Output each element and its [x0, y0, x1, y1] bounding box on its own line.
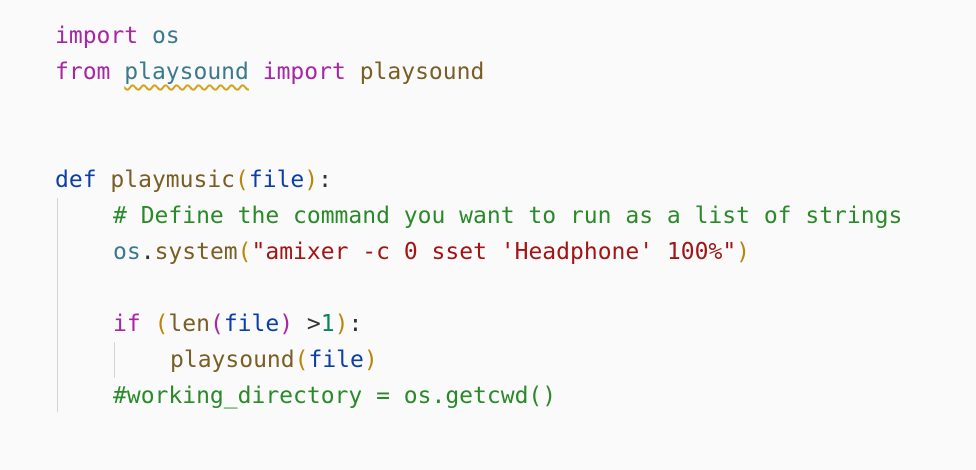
indent-guide-def — [57, 198, 58, 412]
paren-open: ( — [235, 167, 249, 193]
code-editor[interactable]: import os from playsound import playsoun… — [0, 0, 976, 470]
colon: : — [348, 311, 363, 337]
indent-guide-if — [114, 342, 115, 378]
code-line-5[interactable]: def playmusic(file): — [55, 162, 332, 198]
parameter: file — [248, 167, 305, 193]
variable: file — [223, 311, 280, 337]
function-name: playmusic — [110, 167, 236, 193]
code-line-9[interactable]: if (len(file) >1): — [113, 306, 362, 342]
paren-close: ) — [363, 347, 378, 373]
method-name: system — [154, 239, 238, 265]
imported-function-name: playsound — [359, 59, 485, 85]
operator: > — [293, 311, 321, 337]
code-line-11[interactable]: #working_directory = os.getcwd() — [113, 378, 556, 414]
module-name-warning[interactable]: playsound — [124, 59, 249, 85]
paren-open: ( — [237, 239, 252, 265]
paren-open: ( — [154, 311, 169, 337]
comment: #working_directory = os.getcwd() — [113, 383, 557, 409]
paren-close: ) — [736, 239, 751, 265]
paren-open: ( — [294, 347, 309, 373]
keyword-import: import — [55, 23, 139, 49]
code-line-7[interactable]: os.system("amixer -c 0 sset 'Headphone' … — [113, 234, 750, 270]
keyword-def: def — [55, 167, 97, 193]
keyword-from: from — [55, 59, 111, 85]
comment: # Define the command you want to run as … — [113, 203, 903, 229]
argument: file — [308, 347, 364, 373]
paren-close-inner: ) — [279, 311, 294, 337]
keyword-if: if — [113, 311, 141, 337]
keyword-import: import — [262, 59, 346, 85]
colon: : — [318, 167, 332, 193]
dot: . — [140, 239, 155, 265]
paren-open-inner: ( — [209, 311, 224, 337]
paren-close: ) — [334, 311, 349, 337]
builtin-name: len — [168, 311, 210, 337]
code-line-1[interactable]: import os — [55, 18, 180, 54]
paren-close: ) — [304, 167, 319, 193]
module-name: os — [113, 239, 141, 265]
module-name: os — [151, 23, 180, 49]
function-call-name: playsound — [170, 347, 295, 373]
number-literal: 1 — [320, 311, 335, 337]
string-literal: "amixer -c 0 sset 'Headphone' 100%" — [251, 239, 737, 265]
code-line-6[interactable]: # Define the command you want to run as … — [113, 198, 902, 234]
code-line-2[interactable]: from playsound import playsound — [55, 54, 484, 90]
code-line-10[interactable]: playsound(file) — [170, 342, 378, 378]
